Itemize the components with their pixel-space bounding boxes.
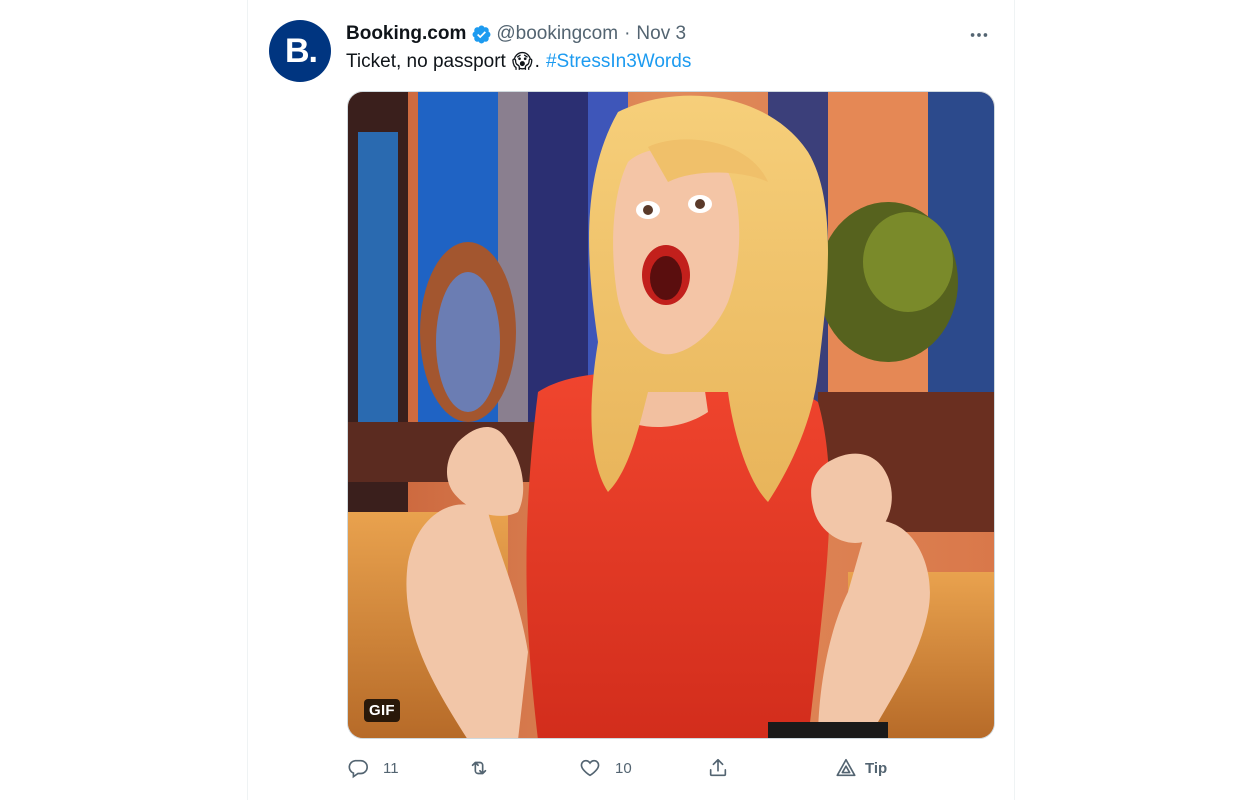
hashtag-link[interactable]: #StressIn3Words [546, 50, 691, 74]
verified-badge-icon [471, 24, 492, 45]
tip-label: Tip [865, 759, 888, 777]
tweet-media-gif[interactable]: GIF [347, 91, 995, 739]
retweet-button[interactable] [468, 754, 490, 782]
tweet-actions: 11 10 Tip [347, 754, 895, 782]
tweet-card[interactable]: B. Booking.com @bookingcom · Nov 3 Ticke… [247, 0, 1015, 800]
share-button[interactable] [707, 754, 729, 782]
reply-count: 11 [383, 759, 399, 777]
tip-button[interactable]: Tip [835, 754, 887, 782]
share-icon [709, 758, 727, 777]
tweet-header: Booking.com @bookingcom · Nov 3 [346, 22, 686, 46]
tweet-date[interactable]: Nov 3 [636, 23, 686, 45]
tweet-body-text: Ticket, no passport [346, 51, 506, 72]
reply-button[interactable]: 11 [347, 754, 399, 782]
retweet-icon [471, 761, 487, 775]
like-count: 10 [615, 759, 632, 777]
reply-icon [348, 759, 368, 779]
heart-icon [580, 759, 600, 777]
more-options-button[interactable] [964, 20, 994, 50]
avatar-logo-text: B. [285, 31, 318, 70]
gif-scene-image [348, 92, 994, 738]
like-button[interactable]: 10 [579, 754, 632, 782]
user-handle[interactable]: @bookingcom [496, 23, 618, 45]
header-separator: · [624, 23, 631, 44]
display-name[interactable]: Booking.com [346, 23, 466, 45]
screaming-emoji: 😱 [511, 51, 533, 73]
tweet-text: Ticket, no passport 😱 . #StressIn3Words [346, 50, 691, 74]
avatar[interactable]: B. [269, 20, 331, 82]
more-dots-icon [970, 33, 988, 37]
gif-badge: GIF [364, 699, 400, 722]
tip-icon [836, 758, 856, 777]
tweet-punctuation: . [534, 51, 540, 72]
